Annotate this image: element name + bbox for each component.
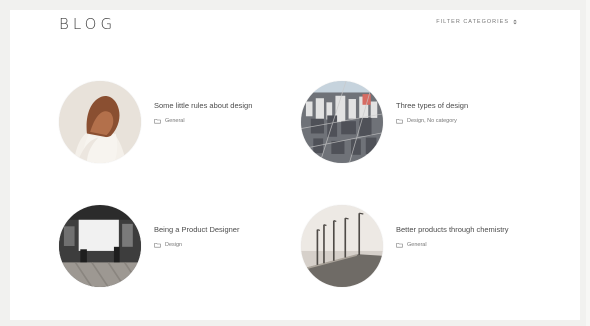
portrait-photo-icon xyxy=(59,81,141,163)
post-categories[interactable]: General xyxy=(165,118,185,124)
posts-grid: Some little rules about design General T… xyxy=(10,10,580,320)
post-title[interactable]: Being a Product Designer xyxy=(154,226,239,235)
post-title[interactable]: Three types of design xyxy=(396,102,468,111)
folder-icon xyxy=(154,242,161,248)
studio-photo-icon xyxy=(59,205,141,287)
pier-photo-icon xyxy=(301,205,383,287)
folder-icon xyxy=(396,118,403,124)
category-row: General xyxy=(154,118,252,124)
post-meta: Being a Product Designer Design xyxy=(154,226,239,248)
post-thumbnail[interactable] xyxy=(59,205,141,287)
post-meta: Some little rules about design General xyxy=(154,102,252,124)
post-thumbnail[interactable] xyxy=(59,81,141,163)
post-meta: Better products through chemistry Genera… xyxy=(396,226,509,248)
blog-card: BLOG FILTER CATEGORIES Some little rules… xyxy=(10,10,580,320)
folder-icon xyxy=(396,242,403,248)
post-thumbnail[interactable] xyxy=(301,81,383,163)
post-thumbnail[interactable] xyxy=(301,205,383,287)
post-title[interactable]: Some little rules about design xyxy=(154,102,252,111)
post-card[interactable]: Being a Product Designer Design xyxy=(59,204,314,288)
city-photo-icon xyxy=(301,81,383,163)
post-meta: Three types of design Design, No categor… xyxy=(396,102,468,124)
scrollbar-track[interactable] xyxy=(586,0,590,326)
post-categories[interactable]: General xyxy=(407,242,427,248)
page: BLOG FILTER CATEGORIES Some little rules… xyxy=(0,0,590,326)
category-row: Design xyxy=(154,242,239,248)
folder-icon xyxy=(154,118,161,124)
post-card[interactable]: Three types of design Design, No categor… xyxy=(301,80,556,164)
category-row: Design, No category xyxy=(396,118,468,124)
post-categories[interactable]: Design xyxy=(165,242,182,248)
category-row: General xyxy=(396,242,509,248)
post-card[interactable]: Some little rules about design General xyxy=(59,80,314,164)
post-title[interactable]: Better products through chemistry xyxy=(396,226,509,235)
post-card[interactable]: Better products through chemistry Genera… xyxy=(301,204,556,288)
post-categories[interactable]: Design, No category xyxy=(407,118,457,124)
